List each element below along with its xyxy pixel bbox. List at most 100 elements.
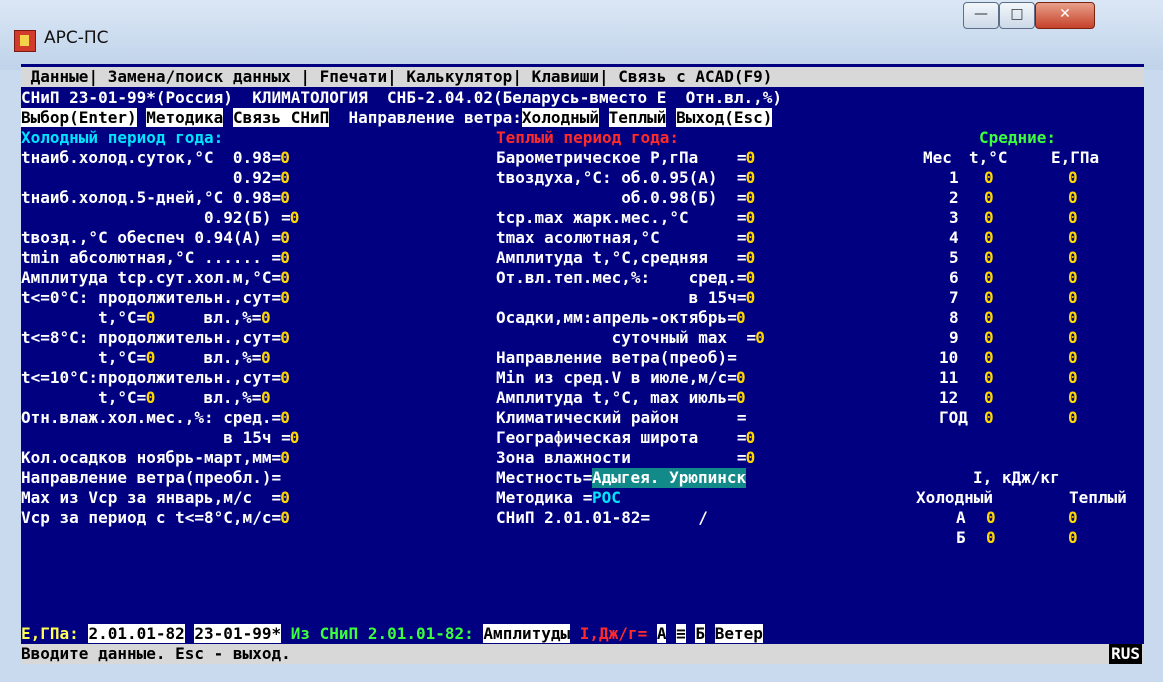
warm-row-value[interactable]: 0 xyxy=(746,228,756,248)
method-button[interactable]: Методика xyxy=(146,108,224,127)
cold-row-value[interactable]: 0 xyxy=(280,268,290,288)
select-button[interactable]: Выбор(Enter) xyxy=(21,108,137,127)
link-snip-button[interactable]: Связь СНиП xyxy=(232,108,330,127)
cold-row-value[interactable]: 0 xyxy=(290,428,300,448)
cold-row-value[interactable]: 0 xyxy=(280,328,290,348)
month-temperature[interactable]: 0 xyxy=(984,368,994,388)
cold-row-value[interactable]: 0 xyxy=(280,188,290,208)
cold-row-value[interactable]: 0 xyxy=(146,348,156,368)
warm-row-label: Амплитуда t,°C, max июль= xyxy=(496,388,737,407)
cold-row-value-2[interactable]: 0 xyxy=(261,308,271,328)
month-temperature[interactable]: 0 xyxy=(984,408,994,428)
month-e-value[interactable]: 0 xyxy=(1068,168,1078,188)
ie-row-a-warm[interactable]: 0 xyxy=(1068,508,1078,528)
cold-row-value[interactable]: 0 xyxy=(280,168,290,188)
menu-item-print[interactable]: Fпечати xyxy=(320,67,387,86)
cold-row-value-2[interactable]: 0 xyxy=(261,348,271,368)
month-e-value[interactable]: 0 xyxy=(1068,348,1078,368)
warm-row-value[interactable]: 0 xyxy=(746,288,756,308)
warm-row-value[interactable]: 0 xyxy=(736,368,746,388)
month-e-value[interactable]: 0 xyxy=(1068,248,1078,268)
exit-button[interactable]: Выход(Esc) xyxy=(676,108,773,127)
cold-row-value[interactable]: 0 xyxy=(280,408,290,428)
wind-button[interactable]: Ветер xyxy=(714,624,763,643)
ie-row-b-warm[interactable]: 0 xyxy=(1068,528,1078,548)
month-e-value[interactable]: 0 xyxy=(1068,308,1078,328)
menu-item-calculator[interactable]: Калькулятор xyxy=(406,67,512,86)
warm-row-value[interactable]: 0 xyxy=(746,188,756,208)
month-e-value[interactable]: 0 xyxy=(1068,288,1078,308)
warm-row-value[interactable]: 0 xyxy=(746,148,756,168)
month-temperature[interactable]: 0 xyxy=(984,228,994,248)
warm-row-label: Зона влажности = xyxy=(496,448,747,467)
menu-item-replace[interactable]: Замена/поиск данных xyxy=(108,67,291,86)
month-e-value[interactable]: 0 xyxy=(1068,408,1078,428)
maximize-icon: □ xyxy=(1010,6,1024,22)
a-button[interactable]: А xyxy=(656,624,667,643)
month-e-value[interactable]: 0 xyxy=(1068,268,1078,288)
close-button[interactable]: ✕ xyxy=(1035,2,1095,29)
month-temperature[interactable]: 0 xyxy=(984,248,994,268)
month-temperature[interactable]: 0 xyxy=(984,208,994,228)
cold-row-label: t<=10°C:продолжительн.,сут= xyxy=(21,368,282,387)
month-e-value[interactable]: 0 xyxy=(1068,368,1078,388)
amplitudes-button[interactable]: Амплитуды xyxy=(483,624,571,643)
b-button[interactable]: Б xyxy=(695,624,706,643)
menu-item-acad[interactable]: Связь с ACAD(F9) xyxy=(618,67,772,86)
from-snip-label: Из СНиП 2.01.01-82: xyxy=(290,624,474,643)
cold-row-value[interactable]: 0 xyxy=(146,388,156,408)
menu-item-data[interactable]: Данные xyxy=(31,67,89,86)
cold-row-value[interactable]: 0 xyxy=(280,448,290,468)
cold-row-value[interactable]: 0 xyxy=(280,508,290,528)
warm-row-value[interactable]: 0 xyxy=(746,248,756,268)
cold-row-value[interactable]: 0 xyxy=(280,248,290,268)
cold-row-value[interactable]: 0 xyxy=(280,368,290,388)
cold-button[interactable]: Холодный xyxy=(521,108,599,127)
month-e-value[interactable]: 0 xyxy=(1068,388,1078,408)
month-temperature[interactable]: 0 xyxy=(984,268,994,288)
cold-row-value[interactable]: 0 xyxy=(146,308,156,328)
month-temperature[interactable]: 0 xyxy=(984,168,994,188)
month-temperature[interactable]: 0 xyxy=(984,328,994,348)
warm-row-value[interactable]: 0 xyxy=(746,168,756,188)
cold-row-label: t,°C= xyxy=(21,388,147,407)
cold-row-value[interactable]: 0 xyxy=(280,228,290,248)
warm-row-value[interactable]: РОС xyxy=(592,488,621,508)
warm-row-value[interactable]: 0 xyxy=(755,328,765,348)
warm-row-value[interactable]: 0 xyxy=(746,428,756,448)
cold-row-label: tнаиб.холод.5-дней,°C 0.98= xyxy=(21,188,282,207)
cold-row-value[interactable]: 0 xyxy=(280,148,290,168)
month-temperature[interactable]: 0 xyxy=(984,288,994,308)
cold-row-value[interactable]: 0 xyxy=(280,488,290,508)
snip-82-button[interactable]: 2.01.01-82 xyxy=(88,624,185,643)
month-temperature[interactable]: 0 xyxy=(984,188,994,208)
snip-99-button[interactable]: 23-01-99* xyxy=(194,624,282,643)
e-header: E,ГПа xyxy=(1051,148,1100,167)
month-temperature[interactable]: 0 xyxy=(984,308,994,328)
warm-button[interactable]: Теплый xyxy=(608,108,667,127)
warm-row-value[interactable]: Адыгея. Урюпинск xyxy=(592,468,747,488)
cold-row-label: tвозд.,°C обеспеч 0.94(А) = xyxy=(21,228,282,247)
warm-row-value[interactable]: 0 xyxy=(746,208,756,228)
cold-row-value[interactable]: 0 xyxy=(280,288,290,308)
cold-row-label: Направление ветра(преобл.)= xyxy=(21,468,282,487)
cold-row-value-2[interactable]: 0 xyxy=(261,388,271,408)
warm-row-label: в 15ч= xyxy=(496,288,747,307)
month-e-value[interactable]: 0 xyxy=(1068,228,1078,248)
warm-row-value[interactable]: 0 xyxy=(746,268,756,288)
warm-row-value[interactable]: 0 xyxy=(736,308,746,328)
month-e-value[interactable]: 0 xyxy=(1068,188,1078,208)
month-e-value[interactable]: 0 xyxy=(1068,328,1078,348)
cold-row-value[interactable]: 0 xyxy=(290,208,300,228)
month-temperature[interactable]: 0 xyxy=(984,388,994,408)
minimize-button[interactable]: — xyxy=(963,2,999,29)
maximize-button[interactable]: □ xyxy=(999,2,1035,29)
month-temperature[interactable]: 0 xyxy=(984,348,994,368)
ie-row-a-cold[interactable]: 0 xyxy=(986,508,996,528)
warm-row-value[interactable]: 0 xyxy=(736,388,746,408)
month-e-value[interactable]: 0 xyxy=(1068,208,1078,228)
menu-item-keys[interactable]: Клавиши xyxy=(532,67,599,86)
ie-title: I, кДж/кг xyxy=(973,468,1060,487)
ie-row-b-cold[interactable]: 0 xyxy=(986,528,996,548)
warm-row-value[interactable]: 0 xyxy=(746,448,756,468)
